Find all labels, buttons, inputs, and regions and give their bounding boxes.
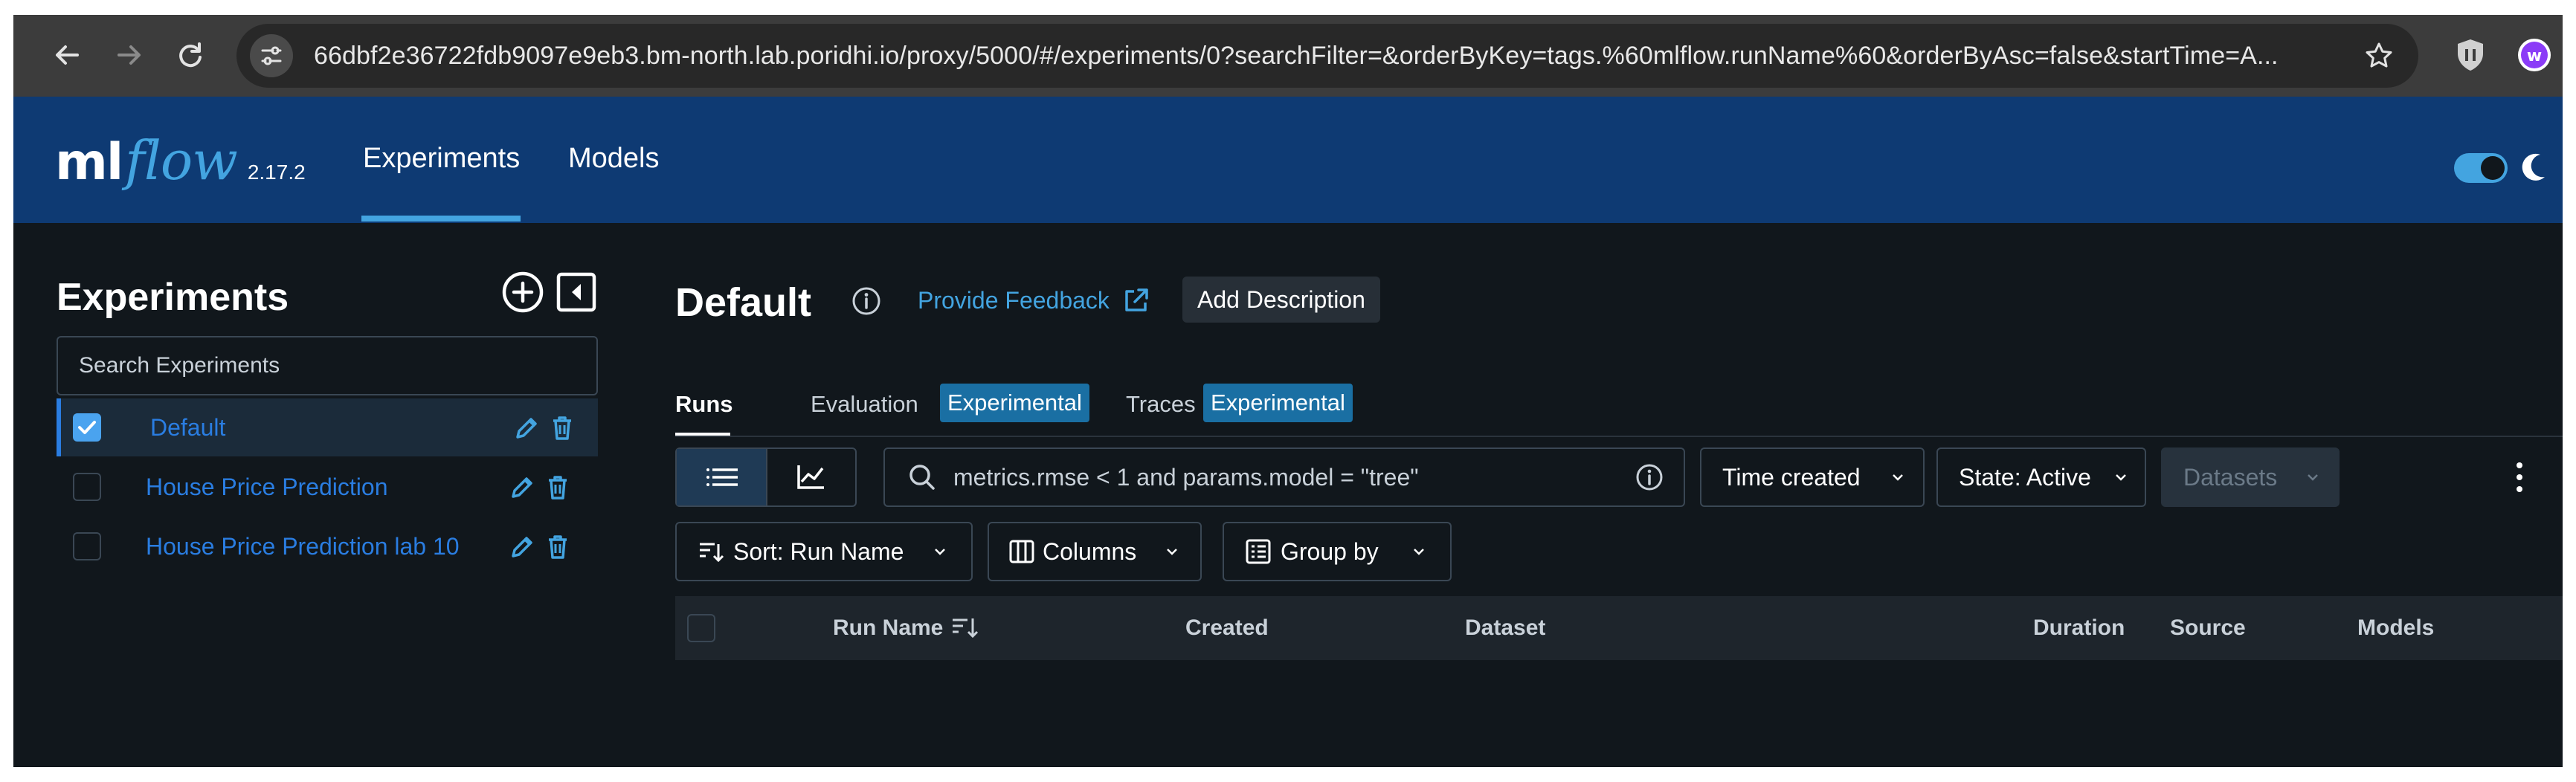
runs-table-header: Run Name Created Dataset Duration Source… [675, 596, 2563, 660]
reload-icon[interactable] [167, 31, 214, 79]
more-options-icon[interactable] [2512, 459, 2527, 495]
url-text[interactable]: 66dbf2e36722fdb9097e9eb3.bm-north.lab.po… [314, 24, 2322, 88]
logo-ml-text: ml [55, 133, 123, 192]
nav-active-indicator [361, 216, 521, 222]
moon-icon [2522, 153, 2545, 181]
experiment-row[interactable]: House Price Prediction [57, 458, 598, 516]
experiment-checkbox[interactable] [73, 532, 101, 560]
columns-label: Columns [1043, 538, 1137, 565]
column-header-duration[interactable]: Duration [2033, 596, 2125, 660]
experiment-checkbox[interactable] [73, 413, 101, 442]
columns-button[interactable]: Columns [988, 522, 1202, 581]
column-header-source[interactable]: Source [2170, 596, 2246, 660]
chevron-down-icon [1414, 549, 1424, 555]
column-header-models[interactable]: Models [2357, 596, 2434, 660]
experiment-name[interactable]: House Price Prediction [146, 458, 387, 516]
experiment-row-default[interactable]: Default [57, 398, 598, 456]
experiment-name[interactable]: Default [150, 398, 225, 456]
experimental-badge: Experimental [1203, 384, 1353, 422]
theme-toggle[interactable] [2454, 153, 2508, 183]
column-header-dataset[interactable]: Dataset [1465, 596, 1545, 660]
time-created-label: Time created [1722, 464, 1861, 491]
search-runs-placeholder: metrics.rmse < 1 and params.model = "tre… [953, 464, 1419, 491]
line-chart-icon [797, 465, 824, 489]
add-description-button[interactable]: Add Description [1182, 277, 1380, 323]
columns-icon [1009, 540, 1034, 563]
select-all-checkbox[interactable] [687, 614, 715, 642]
provide-feedback-link[interactable]: Provide Feedback [918, 287, 1110, 314]
edit-pencil-icon[interactable] [512, 413, 541, 443]
column-header-created[interactable]: Created [1185, 596, 1269, 660]
external-link-icon[interactable] [1121, 285, 1151, 315]
chevron-down-icon [2116, 474, 2126, 481]
sort-label: Sort: Run Name [733, 538, 904, 565]
tabs-divider [675, 436, 2563, 437]
experiment-checkbox[interactable] [73, 473, 101, 501]
page-title: Default [675, 280, 812, 325]
nav-models[interactable]: Models [568, 143, 660, 175]
sort-button[interactable]: Sort: Run Name [675, 522, 973, 581]
view-mode-toggle [675, 447, 857, 507]
back-arrow-icon[interactable] [43, 31, 91, 79]
collapse-sidebar-icon[interactable] [556, 272, 596, 312]
search-runs-input[interactable]: metrics.rmse < 1 and params.model = "tre… [883, 447, 1685, 507]
experimental-badge: Experimental [940, 384, 1089, 422]
info-icon[interactable] [851, 285, 882, 317]
search-experiments-input[interactable]: Search Experiments [57, 336, 598, 395]
logo-flow-text: flow [125, 129, 238, 192]
version-label: 2.17.2 [247, 161, 306, 184]
list-icon [706, 468, 738, 486]
datasets-dropdown[interactable]: Datasets [2161, 447, 2340, 507]
state-dropdown[interactable]: State: Active [1936, 447, 2146, 507]
experiment-row[interactable]: House Price Prediction lab 10 [57, 517, 598, 575]
tab-runs[interactable]: Runs [675, 391, 733, 418]
group-by-label: Group by [1281, 538, 1379, 565]
app-header: ml flow 2.17.2 Experiments Models [13, 97, 2563, 223]
chart-view-button[interactable] [767, 449, 855, 505]
bookmark-star-icon[interactable] [2357, 34, 2400, 77]
table-view-button[interactable] [677, 449, 767, 505]
browser-window: 66dbf2e36722fdb9097e9eb3.bm-north.lab.po… [13, 15, 2563, 767]
add-experiment-icon[interactable] [501, 271, 544, 314]
column-header-run-name[interactable]: Run Name [833, 596, 943, 660]
sort-icon [700, 543, 724, 563]
edit-pencil-icon[interactable] [507, 473, 537, 503]
chevron-down-icon [1167, 549, 1177, 555]
shield-extension-icon[interactable] [2450, 34, 2491, 76]
nav-experiments[interactable]: Experiments [363, 143, 520, 175]
delete-trash-icon[interactable] [546, 473, 570, 503]
delete-trash-icon[interactable] [550, 413, 574, 443]
experiments-sidebar: Experiments Search Experiments Default H… [13, 223, 608, 767]
tab-traces[interactable]: Traces [1126, 391, 1196, 418]
experiment-main: Default Provide Feedback Add Description… [608, 223, 2563, 767]
sort-descending-icon[interactable] [950, 614, 980, 642]
site-settings-icon[interactable] [250, 34, 293, 77]
mlflow-logo[interactable]: ml flow 2.17.2 [55, 129, 306, 192]
delete-trash-icon[interactable] [546, 532, 570, 562]
search-icon [909, 465, 935, 490]
group-by-button[interactable]: Group by [1223, 522, 1452, 581]
datasets-label: Datasets [2183, 464, 2278, 491]
chevron-down-icon [1893, 474, 1903, 481]
profile-extension-icon[interactable]: w [2514, 34, 2555, 76]
experiment-name[interactable]: House Price Prediction lab 10 [146, 517, 460, 575]
chevron-down-icon [2308, 474, 2318, 481]
info-icon[interactable] [1635, 462, 1664, 492]
address-bar[interactable]: 66dbf2e36722fdb9097e9eb3.bm-north.lab.po… [236, 24, 2418, 88]
tab-evaluation[interactable]: Evaluation [811, 391, 918, 418]
group-by-icon [1246, 539, 1271, 564]
sidebar-title: Experiments [57, 276, 289, 319]
edit-pencil-icon[interactable] [507, 532, 537, 562]
chevron-down-icon [935, 549, 945, 555]
state-label: State: Active [1959, 464, 2091, 491]
time-created-dropdown[interactable]: Time created [1700, 447, 1925, 507]
browser-toolbar: 66dbf2e36722fdb9097e9eb3.bm-north.lab.po… [13, 15, 2563, 97]
svg-text:w: w [2527, 47, 2542, 65]
forward-arrow-icon[interactable] [106, 31, 153, 79]
